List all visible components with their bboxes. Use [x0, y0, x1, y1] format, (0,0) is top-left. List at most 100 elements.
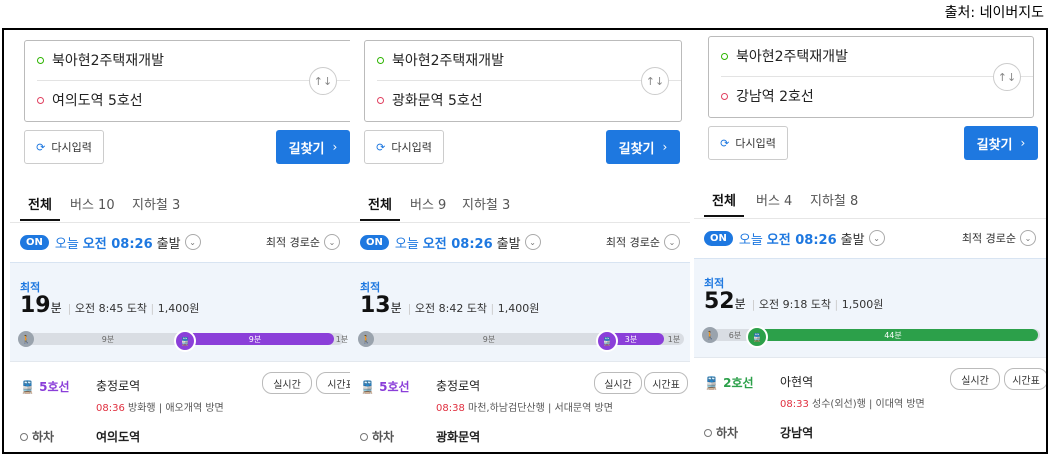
alight-label: 하차 [704, 424, 738, 441]
find-route-button[interactable]: 길찾기 › [276, 130, 350, 164]
walk-icon: 🚶 [702, 327, 718, 343]
route-timeline-bar: 🚶 6분 44분 🚆 [702, 326, 1040, 348]
destination-dot-icon [721, 92, 728, 100]
swap-arrows-icon[interactable]: ↑↓ [993, 63, 1021, 91]
train-direction: 08:36 방화행 | 애오개역 방면 [96, 403, 224, 414]
on-badge[interactable]: ON [704, 230, 733, 246]
chevron-down-icon[interactable]: ⌄ [184, 234, 201, 250]
departure-time[interactable]: 오전 08:26 [767, 229, 837, 248]
transport-tabs: 전체 버스 9 지하철 3 [350, 184, 690, 223]
transit-leg: 🚆 5호선 충정로역 08:38 마천,하남검단산행 | 서대문역 방면 실시간… [350, 361, 690, 452]
tab-all[interactable]: 전체 [20, 194, 60, 221]
route-summary: 19 분 | 오전 8:45 도착 | 1,400원 [20, 293, 200, 318]
comparison-frame: 북아현2주택재개발 여의도역 5호선 ↑↓ ⟳ 다시입력 길찾기 › 전체 버스 1… [2, 28, 1048, 454]
reset-button[interactable]: ⟳ 다시입력 [24, 130, 104, 164]
refresh-icon: ⟳ [36, 140, 46, 154]
destination-dot-icon [377, 96, 384, 104]
origin-field[interactable]: 북아현2주택재개발 [377, 41, 504, 79]
route-summary: 13 분 | 오전 8:42 도착 | 1,400원 [360, 293, 540, 318]
boarding-station: 충정로역 [96, 379, 141, 393]
route-result[interactable]: 최적 19 분 | 오전 8:45 도착 | 1,400원 🚶 9분 9분 🚆 1… [10, 262, 350, 452]
route-timeline-bar: 🚶 9분 9분 🚆 1분 [18, 330, 348, 352]
sort-dropdown[interactable]: 최적 경로순 ⌄ [606, 234, 680, 250]
tab-subway[interactable]: 지하철 3 [462, 194, 510, 213]
tab-subway[interactable]: 지하철 3 [132, 194, 180, 213]
departure-bar: ON 오늘 오전 08:26 출발 ⌄ 최적 경로순 ⌄ [10, 222, 350, 262]
train-direction: 08:33 성수(외선)행 | 이대역 방면 [780, 399, 925, 410]
on-badge[interactable]: ON [20, 234, 49, 250]
refresh-icon: ⟳ [720, 136, 730, 150]
swap-arrows-icon[interactable]: ↑↓ [641, 67, 669, 95]
destination-field[interactable]: 강남역 2호선 [721, 77, 814, 115]
route-search-box: 북아현2주택재개발 여의도역 5호선 ↑↓ [24, 40, 350, 122]
tab-all[interactable]: 전체 [360, 194, 400, 221]
alight-label: 하차 [20, 428, 54, 445]
route-search-box: 북아현2주택재개발 강남역 2호선 ↑↓ [708, 36, 1034, 118]
realtime-button[interactable]: 실시간 [262, 372, 312, 394]
route-result[interactable]: 최적 52 분 | 오전 9:18 도착 | 1,500원 🚶 6분 44분 🚆 … [694, 258, 1046, 452]
on-badge[interactable]: ON [360, 234, 389, 250]
route-summary: 52 분 | 오전 9:18 도착 | 1,500원 [704, 289, 884, 314]
realtime-button[interactable]: 실시간 [594, 372, 642, 394]
departure-time[interactable]: 오전 08:26 [83, 233, 153, 252]
tab-bus[interactable]: 버스 10 [70, 194, 115, 213]
train-direction: 08:38 마천,하남검단산행 | 서대문역 방면 [436, 403, 613, 414]
chevron-right-icon: › [332, 140, 338, 154]
sort-dropdown[interactable]: 최적 경로순 ⌄ [266, 234, 340, 250]
walk-segment: 9분 [101, 334, 115, 344]
walk-segment: 1분 [667, 334, 681, 344]
ride-segment: 44분 [748, 329, 1038, 341]
timetable-button[interactable]: 시간표 [644, 372, 688, 394]
destination-field[interactable]: 여의도역 5호선 [37, 81, 143, 119]
chevron-right-icon: › [662, 140, 668, 154]
train-icon: 🚆 [174, 330, 196, 352]
route-panel-2: 북아현2주택재개발 광화문역 5호선 ↑↓ ⟳ 다시입력 길찾기 › 전체 버스 9… [350, 30, 690, 452]
origin-field[interactable]: 북아현2주택재개발 [721, 37, 848, 75]
tab-bus[interactable]: 버스 4 [756, 190, 792, 209]
sort-dropdown[interactable]: 최적 경로순 ⌄ [962, 230, 1036, 246]
departure-time[interactable]: 오전 08:26 [423, 233, 493, 252]
chevron-down-icon[interactable]: ⌄ [524, 234, 541, 250]
route-panel-1: 북아현2주택재개발 여의도역 5호선 ↑↓ ⟳ 다시입력 길찾기 › 전체 버스 1… [10, 30, 350, 452]
origin-dot-icon [377, 56, 384, 64]
realtime-button[interactable]: 실시간 [950, 368, 1000, 390]
route-result[interactable]: 최적 13 분 | 오전 8:42 도착 | 1,400원 🚶 9분 3분 🚆 1… [350, 262, 690, 452]
reset-button[interactable]: ⟳ 다시입력 [708, 126, 788, 160]
transport-tabs: 전체 버스 10 지하철 3 [10, 184, 350, 223]
walk-icon: 🚶 [18, 331, 34, 347]
destination-field[interactable]: 광화문역 5호선 [377, 81, 483, 119]
swap-arrows-icon[interactable]: ↑↓ [309, 67, 337, 95]
find-route-button[interactable]: 길찾기 › [964, 126, 1038, 160]
source-credit: 출처: 네이버지도 [944, 5, 1044, 21]
boarding-station: 충정로역 [436, 379, 481, 393]
alight-label: 하차 [360, 428, 394, 445]
timetable-button[interactable]: 시간표 [1004, 368, 1046, 390]
route-timeline-bar: 🚶 9분 3분 🚆 1분 [358, 330, 684, 352]
chevron-down-icon: ⌄ [324, 234, 340, 250]
chevron-down-icon[interactable]: ⌄ [868, 230, 885, 246]
tab-subway[interactable]: 지하철 8 [810, 190, 858, 209]
destination-dot-icon [37, 96, 44, 104]
line-badge: 🚆 5호선 [20, 380, 70, 394]
departure-bar: ON 오늘 오전 08:26 출발 ⌄ 최적 경로순 ⌄ [350, 222, 690, 262]
origin-dot-icon [721, 52, 728, 60]
line-badge: 🚆 5호선 [360, 380, 410, 394]
reset-button[interactable]: ⟳ 다시입력 [364, 130, 444, 164]
walk-icon: 🚶 [358, 331, 374, 347]
alight-station: 광화문역 [436, 430, 481, 444]
ride-segment: 9분 [176, 333, 334, 345]
departure-bar: ON 오늘 오전 08:26 출발 ⌄ 최적 경로순 ⌄ [694, 218, 1046, 258]
alight-station: 강남역 [780, 426, 814, 440]
route-search-box: 북아현2주택재개발 광화문역 5호선 ↑↓ [364, 40, 682, 122]
tab-bus[interactable]: 버스 9 [410, 194, 446, 213]
find-route-button[interactable]: 길찾기 › [606, 130, 680, 164]
timetable-button[interactable]: 시간표 [316, 372, 350, 394]
chevron-down-icon: ⌄ [1020, 230, 1036, 246]
line-badge: 🚆 2호선 [704, 376, 754, 390]
origin-field[interactable]: 북아현2주택재개발 [37, 41, 164, 79]
tab-all[interactable]: 전체 [704, 190, 744, 217]
route-panel-3: 북아현2주택재개발 강남역 2호선 ↑↓ ⟳ 다시입력 길찾기 › 전체 버스 4 … [694, 30, 1046, 452]
refresh-icon: ⟳ [376, 140, 386, 154]
walk-segment: 1분 [335, 334, 349, 344]
transit-leg: 🚆 2호선 아현역 08:33 성수(외선)행 | 이대역 방면 실시간 시간표… [694, 357, 1046, 452]
